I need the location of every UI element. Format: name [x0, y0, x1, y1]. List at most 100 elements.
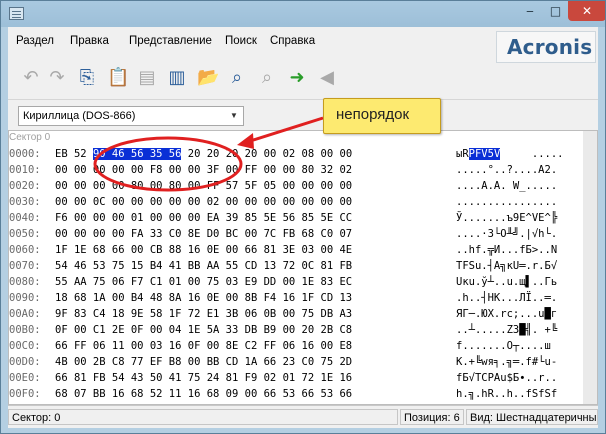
redo-button[interactable]: ↷	[44, 65, 70, 93]
paste-icon: 📋	[107, 67, 130, 88]
row-offset: 0030:	[9, 196, 41, 208]
row-bytes[interactable]: 00 00 00 00 FA 33 C0 8E D0 BC 00 7C FB 6…	[55, 227, 352, 242]
hex-row[interactable]: 00A0: 9F 83 C4 18 9E 58 1F 72 E1 3B 06 0B…	[9, 307, 581, 322]
status-sector: Сектор: 0	[8, 409, 398, 425]
menu-bar: Раздел Правка Представление Поиск Справк…	[8, 27, 598, 63]
menu-view[interactable]: Представление	[129, 35, 212, 47]
search-next-icon: ⌕	[261, 67, 273, 88]
row-offset: 00E0:	[9, 372, 41, 384]
copy-button[interactable]: ⎘	[74, 65, 100, 93]
row-ascii[interactable]: ................	[456, 195, 557, 210]
hex-row[interactable]: 00B0: 0F 00 C1 2E 0F 00 04 1E 5A 33 DB B9…	[9, 323, 581, 338]
hex-row[interactable]: 0010: 00 00 00 00 00 F8 00 00 3F 00 FF 00…	[9, 163, 581, 178]
row-offset: 00B0:	[9, 324, 41, 336]
row-offset: 00F0:	[9, 388, 41, 400]
row-offset: 0050:	[9, 228, 41, 240]
row-ascii[interactable]: ....·3└О╨╝.|√h└.	[456, 227, 557, 242]
row-bytes[interactable]: 4B 00 2B C8 77 EF B8 00 BB CD 1A 66 23 C…	[55, 355, 352, 370]
menu-help[interactable]: Справка	[270, 35, 315, 47]
hex-row[interactable]: 0070: 54 46 53 75 15 B4 41 BB AA 55 CD 13…	[9, 259, 581, 274]
row-bytes[interactable]: F6 00 00 00 01 00 00 00 EA 39 85 5E 56 8…	[55, 211, 352, 226]
row-bytes[interactable]: 66 FF 06 11 00 03 16 0F 00 8E C2 FF 06 1…	[55, 339, 352, 354]
hex-row[interactable]: 0060: 1F 1E 68 66 00 CB 88 16 0E 00 66 81…	[9, 243, 581, 258]
row-ascii[interactable]: .h..┤HК...ЛЇ..═.	[456, 291, 557, 306]
hex-row[interactable]: 0050: 00 00 00 00 FA 33 C0 8E D0 BC 00 7C…	[9, 227, 581, 242]
row-ascii[interactable]: Uкu.ў┴..u.щ▌..Гь	[456, 275, 557, 290]
encoding-select[interactable]: Кириллица (DOS-866) ▼	[18, 106, 244, 126]
open-folder-button[interactable]: 📂	[194, 65, 220, 93]
goto-arrow-icon: ➜	[289, 67, 305, 88]
row-ascii[interactable]: h.╗.hR..h..fSfSf	[456, 387, 557, 402]
callout-text: непорядок	[336, 106, 410, 123]
status-view: Вид: Шестнадцатеричный	[466, 409, 598, 425]
search-button[interactable]: ⌕	[224, 65, 250, 93]
row-bytes[interactable]: 55 AA 75 06 F7 C1 01 00 75 03 E9 DD 00 1…	[55, 275, 352, 290]
row-bytes[interactable]: 1F 1E 68 66 00 CB 88 16 0E 00 66 81 3E 0…	[55, 243, 352, 258]
hex-row[interactable]: 0030: 00 00 0C 00 00 00 00 00 02 00 00 00…	[9, 195, 581, 210]
row-ascii[interactable]: ....А.А. W_.....	[456, 179, 557, 194]
row-ascii[interactable]: ..┴.....Z3█╣. +╚	[456, 323, 557, 338]
hex-row[interactable]: 0000: EB 52 90 46 56 35 56 20 20 20 20 00…	[9, 147, 581, 162]
acronis-logo: Acronis	[496, 31, 596, 63]
row-ascii[interactable]: Ў.......ъ9Е^VЕ^╠	[456, 211, 557, 226]
selected-bytes[interactable]: 90 46 56 35 56	[92, 148, 182, 160]
menu-section[interactable]: Раздел	[16, 35, 54, 47]
menu-edit[interactable]: Правка	[70, 35, 109, 47]
hex-row[interactable]: 0080: 55 AA 75 06 F7 C1 01 00 75 03 E9 DD…	[9, 275, 581, 290]
goto-arrow-button[interactable]: ➜	[284, 65, 310, 93]
selected-chars[interactable]: РFV5V	[468, 148, 501, 160]
hex-editor[interactable]: Сектор 0 0000: EB 52 90 46 56 35 56 20 20…	[8, 130, 598, 405]
row-ascii[interactable]: .....°..?....А2.	[456, 163, 557, 178]
row-bytes[interactable]: 00 00 00 00 80 00 80 00 FF 57 5F 05 00 0…	[55, 179, 352, 194]
row-bytes[interactable]: 18 68 1A 00 B4 48 8A 16 0E 00 8B F4 16 1…	[55, 291, 352, 306]
row-offset: 0080:	[9, 276, 41, 288]
sector-label: Сектор 0	[9, 132, 51, 143]
logo-text: Acronis	[507, 35, 593, 59]
row-bytes[interactable]: EB 52 90 46 56 35 56 20 20 20 20 00 02 0…	[55, 147, 352, 162]
title-bar[interactable]: ‒ □ ✕	[1, 1, 605, 27]
app-icon[interactable]	[9, 7, 24, 20]
encoding-bar: Кириллица (DOS-866) ▼	[8, 99, 598, 130]
row-ascii[interactable]: ЯГ─.ЮX.rс;...u█г	[456, 307, 557, 322]
minimize-button[interactable]: ‒	[517, 1, 543, 21]
paste-button[interactable]: 📋	[104, 65, 130, 93]
close-button[interactable]: ✕	[568, 1, 605, 21]
row-ascii[interactable]: ..hf.╦И...fБ>..N	[456, 243, 557, 258]
search-next-button[interactable]: ⌕	[254, 65, 280, 93]
hex-row[interactable]: 0020: 00 00 00 00 80 00 80 00 FF 57 5F 05…	[9, 179, 581, 194]
row-ascii[interactable]: K.+╚wя╕.╗═.f#└u-	[456, 355, 557, 370]
row-bytes[interactable]: 68 07 BB 16 68 52 11 16 68 09 00 66 53 6…	[55, 387, 352, 402]
back-button[interactable]: ◀	[314, 65, 340, 93]
row-bytes[interactable]: 0F 00 C1 2E 0F 00 04 1E 5A 33 DB B9 00 2…	[55, 323, 352, 338]
row-offset: 0060:	[9, 244, 41, 256]
row-ascii[interactable]: f.......О┬....ш	[456, 339, 551, 354]
hex-row[interactable]: 00D0: 4B 00 2B C8 77 EF B8 00 BB CD 1A 66…	[9, 355, 581, 370]
save-button[interactable]: ▤	[134, 65, 160, 93]
row-offset: 0020:	[9, 180, 41, 192]
hex-row[interactable]: 0040: F6 00 00 00 01 00 00 00 EA 39 85 5E…	[9, 211, 581, 226]
toolbar: ↶ ↷ ⎘ 📋 ▤ ▥ 📂 ⌕ ⌕ ➜ ◀	[8, 65, 598, 95]
book-icon: ▥	[168, 67, 186, 88]
undo-button[interactable]: ↶	[18, 65, 44, 93]
copy-icon: ⎘	[79, 67, 95, 88]
hex-row[interactable]: 00C0: 66 FF 06 11 00 03 16 0F 00 8E C2 FF…	[9, 339, 581, 354]
row-ascii[interactable]: ыRРFV5V .....	[456, 147, 563, 162]
row-bytes[interactable]: 00 00 00 00 00 F8 00 00 3F 00 FF 00 00 8…	[55, 163, 352, 178]
hex-row[interactable]: 0090: 18 68 1A 00 B4 48 8A 16 0E 00 8B F4…	[9, 291, 581, 306]
row-bytes[interactable]: 66 81 FB 54 43 50 41 75 24 81 F9 02 01 7…	[55, 371, 352, 386]
maximize-button[interactable]: □	[543, 1, 568, 21]
app-window: ‒ □ ✕ Раздел Правка Представление Поиск …	[0, 0, 606, 434]
row-bytes[interactable]: 9F 83 C4 18 9E 58 1F 72 E1 3B 06 0B 00 7…	[55, 307, 352, 322]
book-button[interactable]: ▥	[164, 65, 190, 93]
hex-row[interactable]: 00F0: 68 07 BB 16 68 52 11 16 68 09 00 66…	[9, 387, 581, 402]
row-offset: 00A0:	[9, 308, 41, 320]
row-ascii[interactable]: TFSu.┤A╗кU═.r.Б√	[456, 259, 557, 274]
vertical-scrollbar[interactable]	[583, 131, 597, 404]
hex-row[interactable]: 00E0: 66 81 FB 54 43 50 41 75 24 81 F9 02…	[9, 371, 581, 386]
chevron-down-icon[interactable]: ▼	[228, 107, 240, 125]
row-ascii[interactable]: fБ√TCPAu$Б∙..r..	[456, 371, 557, 386]
menu-search[interactable]: Поиск	[225, 35, 257, 47]
row-bytes[interactable]: 00 00 0C 00 00 00 00 00 02 00 00 00 00 0…	[55, 195, 352, 210]
row-bytes[interactable]: 54 46 53 75 15 B4 41 BB AA 55 CD 13 72 0…	[55, 259, 352, 274]
save-icon: ▤	[138, 67, 156, 88]
